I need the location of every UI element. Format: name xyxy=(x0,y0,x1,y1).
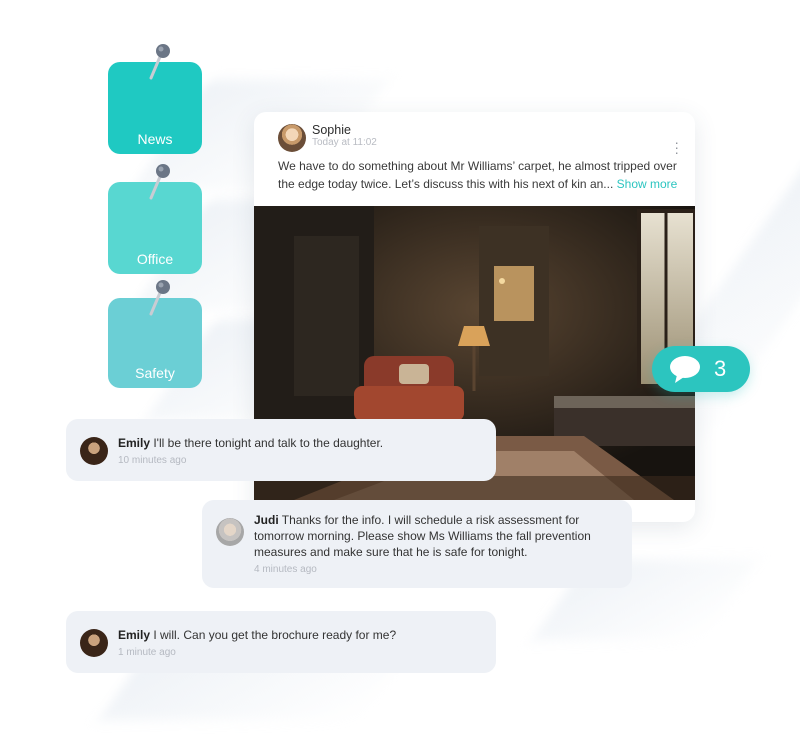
post-text: We have to do something about Mr William… xyxy=(278,157,686,193)
comment-author[interactable]: Emily xyxy=(118,436,150,450)
avatar[interactable] xyxy=(80,437,108,465)
comment-item: Judi Thanks for the info. I will schedul… xyxy=(202,500,632,588)
comment-item: Emily I'll be there tonight and talk to … xyxy=(66,419,496,481)
tag-label: Office xyxy=(136,251,174,267)
avatar[interactable] xyxy=(80,629,108,657)
comment-count-button[interactable]: 3 xyxy=(652,346,750,392)
kebab-menu-icon[interactable]: · · · xyxy=(674,135,679,159)
tag-label: Safety xyxy=(135,365,175,381)
comment-body: Judi Thanks for the info. I will schedul… xyxy=(254,512,624,578)
comment-text: I'll be there tonight and talk to the da… xyxy=(150,436,384,450)
push-pin-icon xyxy=(149,280,170,316)
comment-body: Emily I will. Can you get the brochure r… xyxy=(118,627,488,661)
comment-body: Emily I'll be there tonight and talk to … xyxy=(118,435,488,469)
chat-bubble-icon xyxy=(670,356,700,383)
show-more-link[interactable]: Show more xyxy=(617,177,678,191)
tag-office[interactable]: Office xyxy=(108,164,202,274)
tag-safety[interactable]: Safety xyxy=(108,280,202,388)
comment-text: Thanks for the info. I will schedule a r… xyxy=(254,513,591,559)
push-pin-icon xyxy=(149,164,170,200)
avatar[interactable] xyxy=(278,124,306,152)
comment-text: I will. Can you get the brochure ready f… xyxy=(150,628,397,642)
post-timestamp: Today at 11:02 xyxy=(312,137,377,148)
comment-timestamp: 4 minutes ago xyxy=(254,564,317,575)
avatar[interactable] xyxy=(216,518,244,546)
tag-label: News xyxy=(137,131,173,147)
comment-author[interactable]: Judi xyxy=(254,513,279,527)
comment-author[interactable]: Emily xyxy=(118,628,150,642)
comment-item: Emily I will. Can you get the brochure r… xyxy=(66,611,496,673)
comment-count: 3 xyxy=(714,356,727,381)
post-author[interactable]: Sophie xyxy=(312,123,351,137)
comment-timestamp: 1 minute ago xyxy=(118,647,176,658)
comment-timestamp: 10 minutes ago xyxy=(118,455,187,466)
tag-news[interactable]: News xyxy=(108,44,202,154)
push-pin-icon xyxy=(149,44,170,80)
